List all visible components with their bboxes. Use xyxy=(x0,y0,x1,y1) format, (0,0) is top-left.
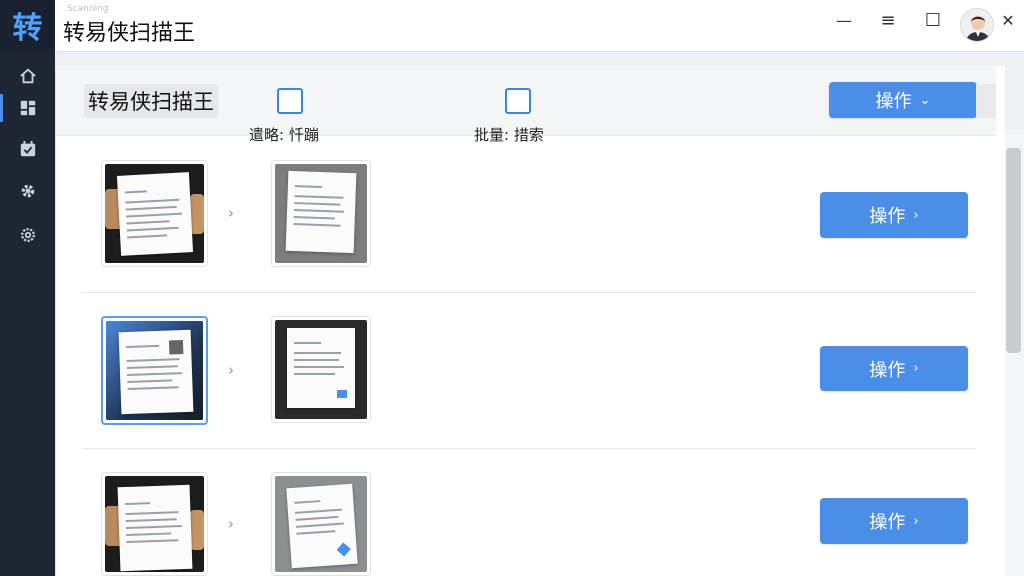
checkbox-1[interactable] xyxy=(277,88,303,114)
row-divider xyxy=(82,448,976,449)
grid-icon xyxy=(20,100,35,116)
chevron-right-icon: › xyxy=(913,513,919,529)
result-thumbnail-3[interactable] xyxy=(271,472,371,576)
action-button-label: 操作 xyxy=(875,91,912,112)
sidebar-item-dashboard[interactable] xyxy=(0,90,55,126)
checkbox-2-label: 批量: 措索 xyxy=(474,126,544,144)
sidebar-item-settings[interactable] xyxy=(0,217,55,253)
page-title: 转易侠扫描王 xyxy=(84,84,218,118)
source-thumbnail-2[interactable] xyxy=(101,316,208,425)
document-photo xyxy=(106,321,203,420)
row-3-action-label: 操作 xyxy=(869,512,906,533)
user-avatar-icon xyxy=(961,9,993,41)
scrollbar-thumb[interactable] xyxy=(1006,148,1021,353)
source-thumbnail-3[interactable] xyxy=(101,472,208,576)
arrow-right-icon: › xyxy=(228,361,234,379)
chevron-right-icon: › xyxy=(913,361,919,376)
result-thumbnail-1[interactable] xyxy=(271,160,371,267)
toolbar: 转易侠扫描王 遣略: 忏蹦 批量: 措索 操作 ⌄ xyxy=(56,66,996,144)
main-panel: 转易侠扫描王 遣略: 忏蹦 批量: 措索 操作 ⌄ › 操作 › › 操作 › … xyxy=(55,66,1005,576)
toolbar-scroll-stub xyxy=(976,84,996,118)
check-calendar-icon xyxy=(20,140,35,157)
sidebar-item-tools[interactable] xyxy=(0,173,55,209)
sidebar-item-home[interactable] xyxy=(0,58,55,94)
source-thumbnail-1[interactable] xyxy=(101,160,208,267)
avatar[interactable] xyxy=(960,8,994,42)
row-2-action-button[interactable]: 操作 › xyxy=(820,346,968,391)
document-photo xyxy=(105,476,204,572)
sidebar-item-tasks[interactable] xyxy=(0,131,55,167)
minimize-button[interactable]: — xyxy=(832,8,856,32)
arrow-right-icon: › xyxy=(228,204,234,222)
home-icon xyxy=(19,68,36,84)
gear-icon xyxy=(21,184,34,198)
checkbox-1-label: 遣略: 忏蹦 xyxy=(249,126,319,144)
chevron-right-icon: › xyxy=(913,207,919,223)
scanned-document xyxy=(275,476,367,572)
scanned-document xyxy=(275,320,367,419)
sidebar: 转 xyxy=(0,0,55,576)
action-dropdown-button[interactable]: 操作 ⌄ xyxy=(829,82,977,118)
close-button[interactable]: ✕ xyxy=(996,8,1020,32)
settings-icon xyxy=(20,228,35,242)
app-logo: 转 xyxy=(0,0,55,50)
arrow-right-icon: › xyxy=(228,515,234,533)
menu-button[interactable]: ≡ xyxy=(876,8,900,32)
maximize-button[interactable]: ☐ xyxy=(921,8,945,32)
row-2-action-label: 操作 xyxy=(869,359,906,381)
row-1-action-label: 操作 xyxy=(869,206,906,227)
document-photo xyxy=(105,164,204,263)
row-divider xyxy=(82,292,976,293)
checkbox-2[interactable] xyxy=(505,88,531,114)
app-title: 转易侠扫描王 xyxy=(63,21,196,46)
result-thumbnail-2[interactable] xyxy=(271,316,371,423)
app-subtitle: Scanning xyxy=(67,4,109,14)
row-3-action-button[interactable]: 操作 › xyxy=(820,498,968,544)
title-bar: Scanning 转易侠扫描王 — ≡ ☐ ✕ xyxy=(55,0,1024,52)
scanned-document xyxy=(275,164,367,263)
row-1-action-button[interactable]: 操作 › xyxy=(820,192,968,238)
chevron-down-icon: ⌄ xyxy=(919,92,931,108)
logo-char: 转 xyxy=(12,11,43,46)
